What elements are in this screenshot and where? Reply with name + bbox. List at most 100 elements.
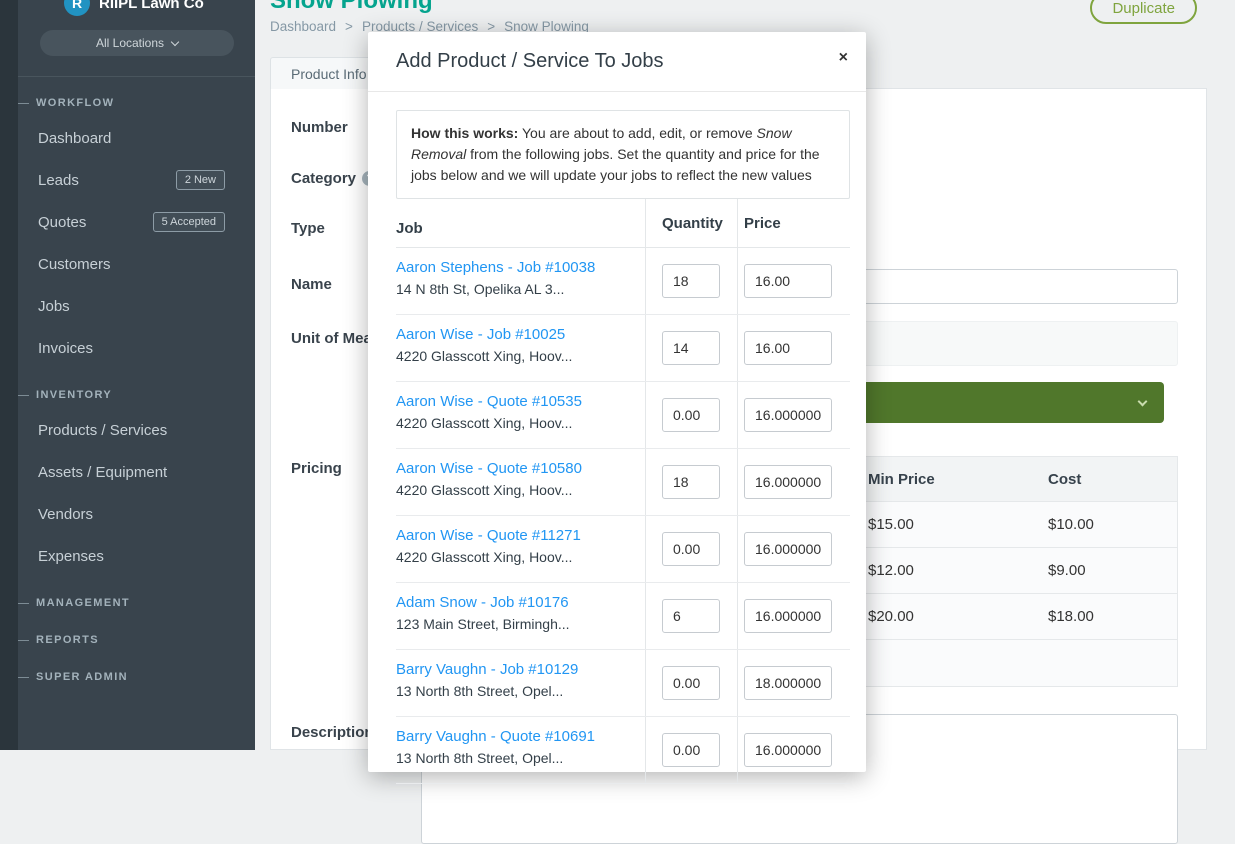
- pricing-cell-cost: $10.00: [1032, 516, 1177, 533]
- price-cell: [738, 650, 850, 716]
- price-column-header: Price: [738, 199, 850, 247]
- sidebar-section-header[interactable]: MANAGEMENT: [0, 597, 255, 610]
- sidebar-item[interactable]: Customers: [0, 243, 255, 285]
- how-this-works-note: How this works: You are about to add, ed…: [396, 110, 850, 199]
- job-link[interactable]: Aaron Wise - Quote #11271: [396, 527, 633, 544]
- sidebar-items-workflow: Dashboard Leads2 New Quotes5 Accepted Cu…: [0, 117, 255, 369]
- company-logo[interactable]: R RIIPL Lawn Co: [0, 0, 255, 18]
- location-selector[interactable]: All Locations: [40, 30, 234, 56]
- sidebar-section-management: MANAGEMENT: [0, 577, 255, 610]
- price-cell: [738, 516, 850, 582]
- sidebar-item-label: Jobs: [38, 298, 70, 315]
- section-dash-icon: [18, 677, 29, 678]
- quantity-input[interactable]: [662, 465, 720, 499]
- sidebar-item[interactable]: Jobs: [0, 285, 255, 327]
- sidebar-item[interactable]: Quotes5 Accepted: [0, 201, 255, 243]
- sidebar-item[interactable]: Leads2 New: [0, 159, 255, 201]
- job-link[interactable]: Aaron Wise - Quote #10535: [396, 393, 633, 410]
- price-input[interactable]: [744, 666, 832, 700]
- job-link[interactable]: Barry Vaughn - Quote #10691: [396, 728, 633, 745]
- sidebar-item[interactable]: Assets / Equipment: [0, 451, 255, 493]
- job-address: 4220 Glasscott Xing, Hoov...: [396, 348, 633, 364]
- sidebar-section-label: INVENTORY: [36, 389, 112, 402]
- sidebar-section-label: MANAGEMENT: [36, 597, 130, 610]
- sidebar-item[interactable]: Products / Services: [0, 409, 255, 451]
- modal-body: How this works: You are about to add, ed…: [368, 92, 866, 784]
- job-link[interactable]: Aaron Wise - Job #10025: [396, 326, 633, 343]
- sidebar-item[interactable]: Dashboard: [0, 117, 255, 159]
- price-input[interactable]: [744, 398, 832, 432]
- quantity-input[interactable]: [662, 331, 720, 365]
- price-input[interactable]: [744, 532, 832, 566]
- job-column-header: Job: [396, 199, 646, 247]
- quantity-cell: [646, 449, 738, 515]
- note-text-2: from the following jobs. Set the quantit…: [411, 146, 820, 183]
- job-row: Barry Vaughn - Job #10129 13 North 8th S…: [396, 650, 850, 717]
- quantity-cell: [646, 315, 738, 381]
- sidebar-section-inventory: INVENTORY Products / Services Assets / E…: [0, 369, 255, 577]
- quantity-cell: [646, 717, 738, 783]
- price-input[interactable]: [744, 465, 832, 499]
- pricing-cell-min-price: $12.00: [852, 562, 1032, 579]
- job-link[interactable]: Aaron Wise - Quote #10580: [396, 460, 633, 477]
- job-row: Aaron Wise - Quote #10580 4220 Glasscott…: [396, 449, 850, 516]
- chevron-down-icon: [1138, 396, 1148, 406]
- pricing-header-min-price: Min Price: [852, 471, 1032, 488]
- sidebar-section-header[interactable]: REPORTS: [0, 634, 255, 647]
- job-link[interactable]: Barry Vaughn - Job #10129: [396, 661, 633, 678]
- breadcrumb-link[interactable]: Dashboard: [270, 19, 336, 34]
- sidebar-section-header[interactable]: SUPER ADMIN: [0, 671, 255, 684]
- sidebar-item-label: Invoices: [38, 340, 93, 357]
- note-bold: How this works:: [411, 125, 518, 141]
- sidebar-section-header: INVENTORY: [0, 389, 255, 402]
- quantity-input[interactable]: [662, 264, 720, 298]
- duplicate-button[interactable]: Duplicate: [1090, 0, 1197, 24]
- job-row: Aaron Wise - Quote #10535 4220 Glasscott…: [396, 382, 850, 449]
- sidebar-section-super-admin: SUPER ADMIN: [0, 647, 255, 684]
- sidebar-section-label: SUPER ADMIN: [36, 671, 128, 684]
- modal-title: Add Product / Service To Jobs: [396, 50, 664, 73]
- sidebar-section-header: WORKFLOW: [0, 97, 255, 110]
- name-label: Name: [291, 276, 332, 293]
- job-row: Barry Vaughn - Quote #10691 13 North 8th…: [396, 717, 850, 784]
- job-link[interactable]: Adam Snow - Job #10176: [396, 594, 633, 611]
- sidebar: R RIIPL Lawn Co All Locations WORKFLOW D…: [0, 0, 255, 750]
- sidebar-item-label: Vendors: [38, 506, 93, 523]
- sidebar-section-workflow: WORKFLOW Dashboard Leads2 New Quotes5 Ac…: [0, 77, 255, 369]
- price-cell: [738, 248, 850, 314]
- page-title: Snow Plowing: [270, 0, 433, 14]
- price-cell: [738, 449, 850, 515]
- logo-icon: R: [64, 0, 90, 16]
- close-icon[interactable]: ×: [839, 50, 848, 66]
- job-address: 4220 Glasscott Xing, Hoov...: [396, 549, 633, 565]
- sidebar-item-badge: 2 New: [176, 170, 225, 190]
- price-input[interactable]: [744, 733, 832, 767]
- quantity-input[interactable]: [662, 733, 720, 767]
- sidebar-item[interactable]: Vendors: [0, 493, 255, 535]
- job-address: 14 N 8th St, Opelika AL 3...: [396, 281, 633, 297]
- job-row: Aaron Wise - Job #10025 4220 Glasscott X…: [396, 315, 850, 382]
- quantity-input[interactable]: [662, 398, 720, 432]
- job-link[interactable]: Aaron Stephens - Job #10038: [396, 259, 633, 276]
- quantity-input[interactable]: [662, 532, 720, 566]
- section-dash-icon: [18, 603, 29, 604]
- price-input[interactable]: [744, 599, 832, 633]
- sidebar-item[interactable]: Expenses: [0, 535, 255, 577]
- job-address: 13 North 8th Street, Opel...: [396, 750, 633, 766]
- price-input[interactable]: [744, 264, 832, 298]
- job-cell: Aaron Stephens - Job #10038 14 N 8th St,…: [396, 248, 646, 314]
- price-input[interactable]: [744, 331, 832, 365]
- sidebar-section-reports: REPORTS: [0, 610, 255, 647]
- job-cell: Aaron Wise - Quote #10535 4220 Glasscott…: [396, 382, 646, 448]
- number-label: Number: [291, 119, 348, 136]
- quantity-input[interactable]: [662, 666, 720, 700]
- sidebar-item-label: Customers: [38, 256, 111, 273]
- quantity-cell: [646, 516, 738, 582]
- sidebar-item[interactable]: Invoices: [0, 327, 255, 369]
- job-cell: Aaron Wise - Job #10025 4220 Glasscott X…: [396, 315, 646, 381]
- sidebar-items-inventory: Products / Services Assets / Equipment V…: [0, 409, 255, 577]
- description-label: Description: [291, 724, 374, 741]
- type-label: Type: [291, 220, 325, 237]
- quantity-input[interactable]: [662, 599, 720, 633]
- pricing-header-cost: Cost: [1032, 471, 1177, 488]
